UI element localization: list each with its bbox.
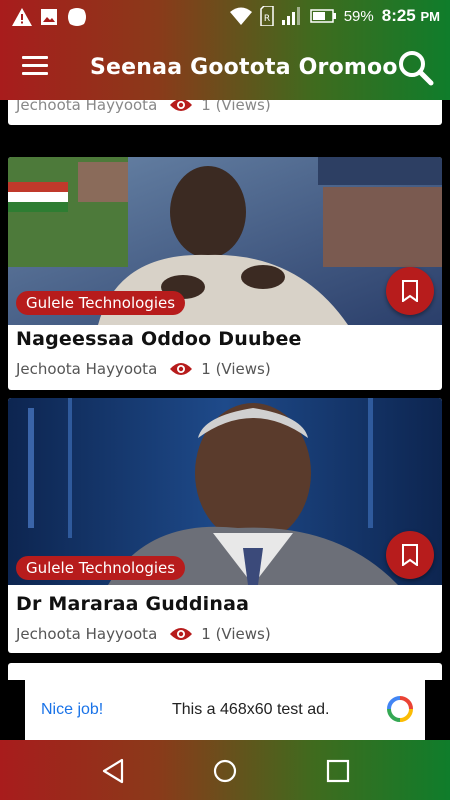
channel-tag: Gulele Technologies: [16, 291, 186, 315]
bookmark-button[interactable]: [386, 531, 434, 579]
list-item[interactable]: Jechoota Hayyoota 1 (Views): [8, 100, 442, 125]
system-nav-bar: [0, 740, 450, 800]
bookmark-icon: [402, 280, 418, 302]
card-author: Jechoota Hayyoota: [16, 360, 158, 378]
warning-icon: [12, 8, 32, 26]
status-bar: R 59% 8:25 PM: [0, 0, 450, 34]
card-title[interactable]: Dr Mararaa Guddinaa: [16, 593, 249, 615]
home-icon[interactable]: [212, 758, 238, 784]
ad-banner[interactable]: Nice job! This a 468x60 test ad.: [0, 680, 450, 740]
clock-time: 8:25: [381, 6, 416, 25]
svg-text:R: R: [264, 14, 270, 24]
list-item[interactable]: Gulele Technologies Nageessaa Oddoo Duub…: [8, 157, 442, 390]
wifi-icon: [229, 7, 252, 25]
list-item[interactable]: [8, 663, 442, 680]
clock-ampm: PM: [420, 9, 441, 24]
ad-content[interactable]: Nice job! This a 468x60 test ad.: [25, 680, 425, 740]
bookmark-icon: [402, 544, 418, 566]
bookmark-button[interactable]: [386, 267, 434, 315]
page-title: Seenaa Gootota Oromoo: [90, 55, 398, 80]
ad-text: This a 468x60 test ad.: [172, 701, 330, 718]
back-icon[interactable]: [100, 758, 126, 784]
channel-tag: Gulele Technologies: [16, 556, 186, 580]
image-icon: [41, 9, 57, 25]
eye-icon: [170, 628, 193, 640]
search-icon[interactable]: [398, 50, 434, 86]
ad-logo-icon: [387, 696, 413, 722]
signal-icon: [281, 7, 300, 25]
card-views: 1 (Views): [201, 625, 271, 643]
battery-level: 59%: [343, 7, 374, 25]
card-meta: Jechoota Hayyoota 1 (Views): [16, 100, 271, 114]
eye-icon: [170, 100, 193, 111]
card-title[interactable]: Nageessaa Oddoo Duubee: [16, 328, 302, 350]
card-meta: Jechoota Hayyoota 1 (Views): [16, 625, 271, 643]
card-author: Jechoota Hayyoota: [16, 625, 158, 643]
menu-icon[interactable]: [22, 56, 48, 76]
card-views: 1 (Views): [201, 360, 271, 378]
app-bar: Seenaa Gootota Oromoo: [0, 34, 450, 100]
card-meta: Jechoota Hayyoota 1 (Views): [16, 360, 271, 378]
ad-headline: Nice job!: [41, 701, 104, 718]
battery-icon: [309, 9, 336, 23]
eye-icon: [170, 363, 193, 375]
card-author: Jechoota Hayyoota: [16, 100, 158, 114]
list-item[interactable]: Gulele Technologies Dr Mararaa Guddinaa …: [8, 398, 442, 653]
recents-icon[interactable]: [325, 758, 351, 784]
clock: 8:25 PM: [382, 6, 440, 26]
app-icon: [68, 8, 86, 26]
video-feed[interactable]: Jechoota Hayyoota 1 (Views) Gulele Techn…: [0, 100, 450, 680]
card-views: 1 (Views): [201, 100, 271, 114]
sim-icon: R: [259, 6, 274, 26]
